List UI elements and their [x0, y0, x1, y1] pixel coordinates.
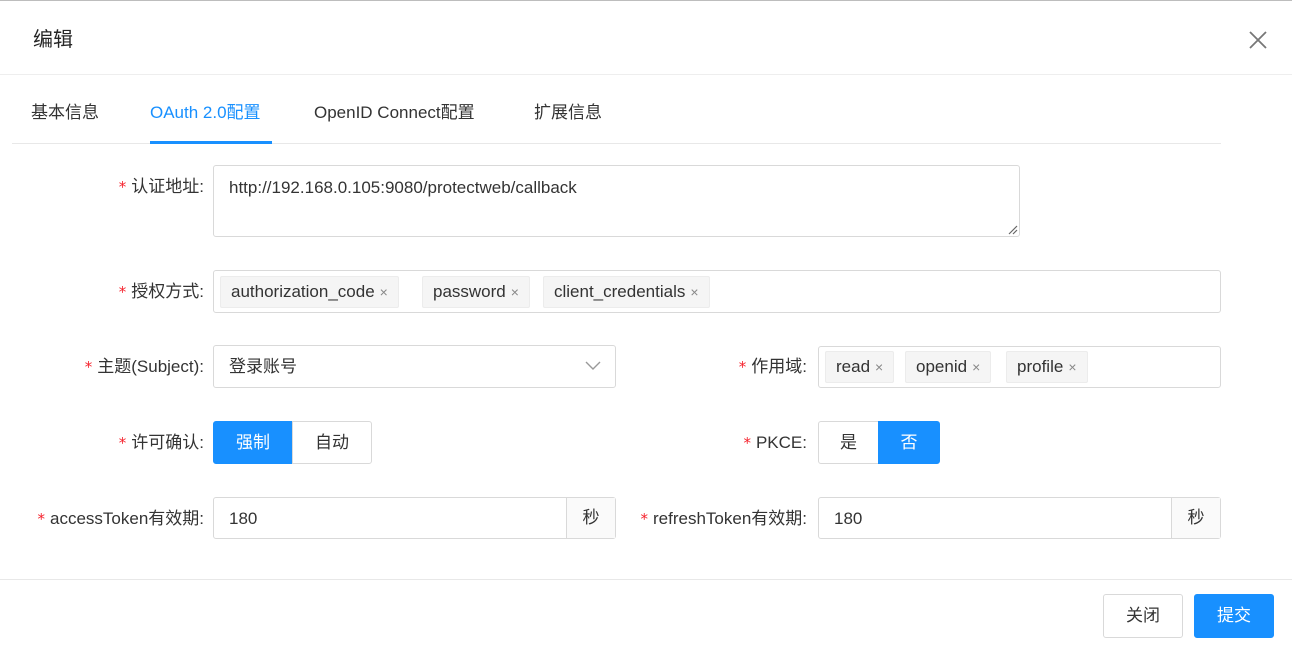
close-button[interactable]: 关闭 — [1103, 594, 1183, 638]
access-token-lifetime-label: * accessToken有效期: — [37, 509, 205, 528]
scope-multiselect[interactable]: read × openid × profile × — [818, 346, 1221, 388]
grant-types-label: * 授权方式: — [118, 282, 204, 301]
tag-password: password × — [422, 276, 530, 308]
tab-oauth2-config[interactable]: OAuth 2.0配置 — [150, 102, 261, 124]
required-mark: * — [118, 283, 127, 301]
required-mark: * — [640, 510, 649, 528]
refresh-token-lifetime-label: * refreshToken有效期: — [640, 509, 808, 528]
tab-bar: 基本信息 OAuth 2.0配置 OpenID Connect配置 扩展信息 — [12, 75, 1221, 144]
refresh-token-lifetime-value: 180 — [834, 509, 863, 528]
dialog-header: 编辑 — [0, 0, 1292, 75]
active-tab-indicator — [150, 141, 272, 144]
scope-label: * 作用域: — [738, 357, 807, 376]
tag-openid: openid × — [905, 351, 992, 383]
close-icon[interactable] — [1247, 29, 1269, 51]
tag-profile: profile × — [1006, 351, 1088, 383]
pkce-option-yes[interactable]: 是 — [818, 421, 879, 464]
consent-label: * 许可确认: — [118, 433, 204, 452]
redirect-uri-value: http://192.168.0.105:9080/protectweb/cal… — [229, 178, 577, 197]
access-token-unit: 秒 — [566, 498, 615, 538]
tag-remove-icon[interactable]: × — [972, 359, 980, 375]
redirect-uri-textarea[interactable]: http://192.168.0.105:9080/protectweb/cal… — [213, 165, 1020, 237]
access-token-lifetime-value: 180 — [229, 509, 258, 528]
tag-authorization-code: authorization_code × — [220, 276, 399, 308]
tag-client-credentials: client_credentials × — [543, 276, 710, 308]
subject-select[interactable]: 登录账号 — [213, 345, 616, 388]
chevron-down-icon — [585, 361, 601, 370]
required-mark: * — [118, 434, 127, 452]
tag-read: read × — [825, 351, 895, 383]
resize-handle-icon[interactable] — [1006, 223, 1018, 235]
required-mark: * — [37, 510, 46, 528]
tab-basic-info[interactable]: 基本信息 — [31, 102, 99, 124]
access-token-lifetime-input[interactable]: 180 秒 — [213, 497, 616, 539]
consent-option-force[interactable]: 强制 — [213, 421, 293, 464]
subject-label: * 主题(Subject): — [84, 357, 204, 376]
tag-remove-icon[interactable]: × — [511, 284, 519, 300]
pkce-option-no[interactable]: 否 — [878, 421, 940, 464]
tag-remove-icon[interactable]: × — [875, 359, 883, 375]
submit-button[interactable]: 提交 — [1194, 594, 1274, 638]
required-mark: * — [738, 358, 747, 376]
dialog-title: 编辑 — [33, 29, 73, 51]
required-mark: * — [84, 358, 93, 376]
required-mark: * — [118, 178, 127, 196]
tab-extended-info[interactable]: 扩展信息 — [534, 102, 602, 124]
tag-remove-icon[interactable]: × — [1068, 359, 1076, 375]
tag-remove-icon[interactable]: × — [690, 284, 698, 300]
tag-remove-icon[interactable]: × — [380, 284, 388, 300]
redirect-uri-label: * 认证地址: — [118, 177, 204, 196]
required-mark: * — [743, 434, 751, 452]
tab-openid-connect-config[interactable]: OpenID Connect配置 — [314, 102, 475, 124]
refresh-token-unit: 秒 — [1171, 498, 1220, 538]
subject-select-value: 登录账号 — [229, 357, 297, 376]
refresh-token-lifetime-input[interactable]: 180 秒 — [818, 497, 1221, 539]
grant-types-multiselect[interactable]: authorization_code × password × client_cre… — [213, 270, 1221, 313]
pkce-label: * PKCE: — [743, 433, 807, 452]
dialog-footer: 关闭 提交 — [0, 579, 1292, 647]
consent-option-auto[interactable]: 自动 — [292, 421, 372, 464]
